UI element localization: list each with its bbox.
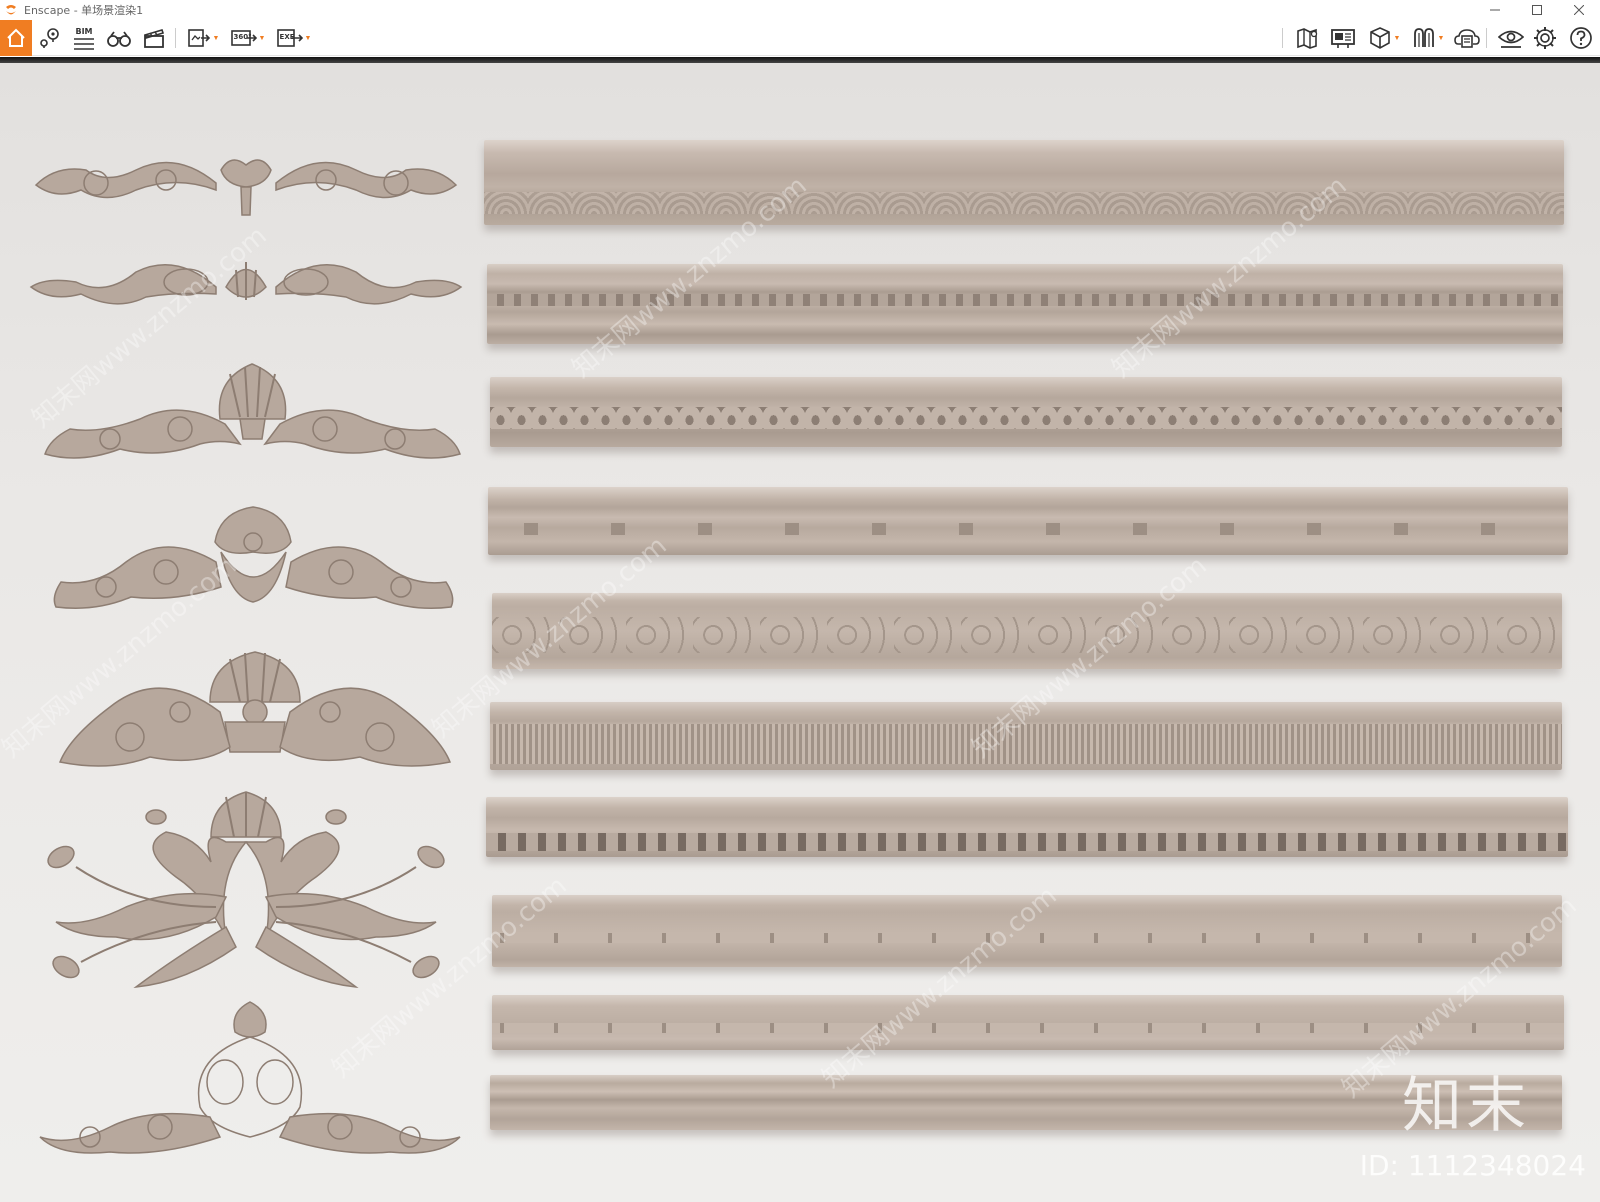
molding-cornice-3	[490, 377, 1562, 447]
chevron-down-icon[interactable]: ▼	[259, 35, 266, 42]
chevron-down-icon[interactable]: ▼	[1438, 35, 1445, 42]
image-id-label: ID: 1112348024	[1359, 1149, 1586, 1182]
enscape-logo-icon	[4, 3, 18, 17]
exe-export-icon: EXE	[276, 26, 303, 50]
panorama-360-icon: 360°	[230, 26, 257, 50]
ornament-appliqué-6	[47, 791, 445, 989]
map-pin-icon	[38, 26, 62, 50]
chevron-down-icon[interactable]: ▼	[305, 35, 312, 42]
chevron-down-icon[interactable]: ▼	[213, 35, 220, 42]
viewport-top-border	[0, 57, 1600, 63]
screenshot-export-button[interactable]: ▼	[182, 24, 224, 52]
bim-icon: BIM	[73, 27, 95, 50]
exe-label: EXE	[279, 33, 295, 41]
settings-button[interactable]	[1530, 24, 1560, 52]
map-pin-button[interactable]	[36, 24, 64, 52]
close-icon[interactable]	[1558, 0, 1600, 20]
panorama-label: 360°	[233, 33, 252, 41]
upload-button[interactable]	[1452, 24, 1482, 52]
bim-label: BIM	[75, 26, 93, 36]
map-icon	[1296, 26, 1320, 50]
molding-cornice-7	[486, 797, 1568, 857]
molding-frieze-5	[492, 593, 1562, 669]
binoculars-icon	[106, 27, 132, 49]
help-icon	[1569, 26, 1593, 50]
map-button[interactable]	[1294, 24, 1322, 52]
render-viewport[interactable]: 知末网www.znzmo.com 知末网www.znzmo.com 知末网www…	[0, 57, 1600, 1202]
toolbar: BIM ▼ 360° ▼ EXE ▼ ▼ ▼	[0, 20, 1600, 74]
clapperboard-icon	[143, 27, 165, 49]
home-button[interactable]	[0, 20, 32, 56]
billboard-button[interactable]	[1328, 24, 1358, 52]
screenshot-export-icon	[187, 26, 211, 50]
objects-button[interactable]: ▼	[1364, 24, 1404, 52]
binoculars-button[interactable]	[104, 24, 134, 52]
minimize-icon[interactable]	[1474, 0, 1516, 20]
asset-library-icon	[1412, 26, 1436, 50]
billboard-icon	[1330, 27, 1356, 49]
eye-icon	[1498, 27, 1524, 49]
maximize-icon[interactable]	[1516, 0, 1558, 20]
molding-cornice-1	[484, 140, 1564, 225]
exe-export-button[interactable]: EXE ▼	[272, 24, 316, 52]
window-title: Enscape - 单场景渲染1	[24, 4, 144, 17]
visual-settings-button[interactable]	[1496, 24, 1526, 52]
chevron-down-icon[interactable]: ▼	[1394, 35, 1401, 42]
asset-library-button[interactable]: ▼	[1408, 24, 1448, 52]
panorama-export-button[interactable]: 360° ▼	[226, 24, 270, 52]
settings-gear-icon	[1533, 26, 1557, 50]
ornament-appliqué-1	[34, 159, 458, 216]
video-editor-button[interactable]	[140, 24, 168, 52]
bim-button[interactable]: BIM	[70, 24, 98, 52]
title-bar: Enscape - 单场景渲染1	[0, 0, 1600, 20]
cube-icon	[1368, 26, 1392, 50]
brand-watermark: 知末	[1402, 1071, 1530, 1141]
help-button[interactable]	[1566, 24, 1596, 52]
home-icon	[5, 27, 27, 49]
ornament-appliqué-4	[53, 506, 454, 609]
upload-icon	[1454, 26, 1480, 50]
